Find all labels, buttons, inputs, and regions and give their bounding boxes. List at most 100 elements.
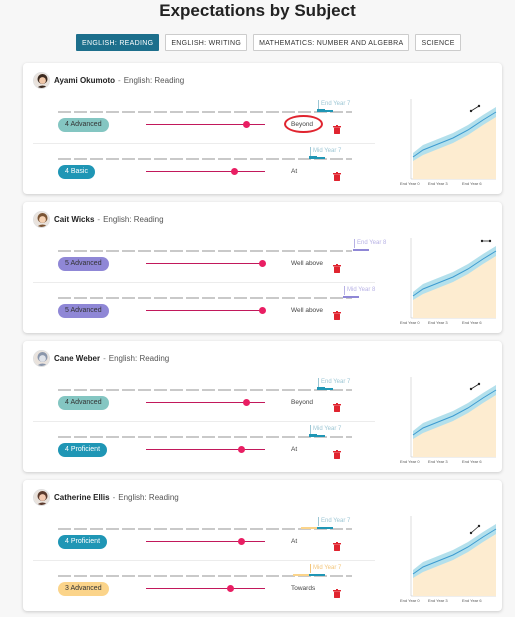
subject-name: English: Reading [123, 76, 185, 85]
current-marker [309, 434, 325, 437]
highlight-ring [284, 115, 323, 133]
level-label: At [291, 168, 298, 175]
student-name[interactable]: Ayami Okumoto [54, 76, 115, 85]
trash-icon[interactable] [333, 260, 341, 273]
subject-name: English: Reading [103, 215, 164, 224]
student-card: Cane Weber - English: Reading End Year 7 4 A… [23, 341, 502, 472]
level-badge: 5 Advanced [58, 257, 109, 271]
current-marker [353, 249, 369, 251]
level-slider[interactable] [146, 260, 266, 267]
trash-icon[interactable] [333, 399, 341, 412]
current-marker [317, 387, 333, 390]
avatar [33, 350, 50, 367]
card-header: Cait Wicks - English: Reading [33, 211, 164, 228]
chart-tick: End Year 6 [462, 320, 482, 325]
slider-knob[interactable] [259, 307, 266, 314]
level-slider[interactable] [146, 399, 265, 406]
level-badge: 4 Basic [58, 165, 95, 179]
avatar [33, 211, 50, 228]
level-slider[interactable] [146, 168, 265, 175]
marker-label: Mid Year 7 [310, 425, 341, 434]
card-header: Cane Weber - English: Reading [33, 350, 169, 367]
marker-label: End Year 7 [318, 100, 350, 109]
trash-icon[interactable] [333, 446, 341, 459]
current-marker [301, 527, 317, 529]
progress-track [58, 111, 352, 113]
avatar [33, 489, 50, 506]
chart-tick: End Year 3 [428, 598, 448, 603]
progress-track [58, 389, 352, 391]
slider-knob[interactable] [238, 446, 245, 453]
current-marker [309, 156, 325, 159]
expectation-row: Mid Year 7 4 Proficient At [33, 423, 375, 469]
progress-track [58, 297, 352, 299]
marker-label: End Year 7 [318, 378, 350, 387]
progress-track [58, 250, 352, 252]
chart-tick: End Year 3 [428, 320, 448, 325]
marker-label: Mid Year 8 [344, 286, 375, 295]
level-slider[interactable] [146, 121, 265, 128]
level-badge: 4 Proficient [58, 443, 108, 457]
level-slider[interactable] [146, 446, 265, 453]
slider-knob[interactable] [238, 538, 245, 545]
subject-name: English: Reading [118, 493, 179, 502]
current-marker [317, 109, 333, 112]
expectation-row: End Year 74 Advanced Beyond [33, 98, 375, 144]
marker-label: Mid Year 7 [310, 147, 341, 156]
trash-icon[interactable] [333, 538, 341, 551]
slider-knob[interactable] [259, 260, 266, 267]
trash-icon[interactable] [333, 168, 341, 181]
expectation-row: End Year 85 Advanced Well above [33, 237, 386, 283]
progress-chart: End Year 0 End Year 3 End Year 6 [378, 95, 498, 193]
marker-label: Mid Year 7 [310, 564, 341, 573]
current-marker [309, 574, 325, 576]
chart-tick: End Year 0 [400, 459, 420, 464]
student-name[interactable]: Catherine Ellis [54, 493, 110, 502]
chart-tick: End Year 0 [400, 320, 420, 325]
student-name[interactable]: Cane Weber [54, 354, 100, 363]
slider-knob[interactable] [227, 585, 234, 592]
current-marker [343, 296, 359, 298]
expectation-row: Mid Year 7 3 Advanced Towards [33, 562, 375, 608]
level-slider[interactable] [146, 538, 265, 545]
level-label: At [291, 538, 298, 545]
expectation-row: Mid Year 8 5 Advanced Well above [33, 284, 375, 330]
header-separator: - [103, 354, 106, 363]
trash-icon[interactable] [333, 121, 341, 134]
chart-tick: End Year 0 [400, 598, 420, 603]
expectation-row: Mid Year 7 4 Basic At [33, 145, 375, 191]
slider-knob[interactable] [243, 399, 250, 406]
slider-knob[interactable] [243, 121, 250, 128]
trash-icon[interactable] [333, 307, 341, 320]
current-marker [317, 527, 333, 529]
progress-chart: End Year 0 End Year 3 End Year 6 [378, 373, 498, 471]
tab-english-reading[interactable]: ENGLISH: READING [76, 34, 160, 51]
tab-science[interactable]: SCIENCE [415, 34, 461, 51]
subject-name: English: Reading [108, 354, 170, 363]
student-card: Cait Wicks - English: Reading End Year 85 A… [23, 202, 502, 333]
level-badge: 4 Advanced [58, 118, 109, 132]
level-badge: 4 Proficient [58, 535, 108, 549]
student-card: Ayami Okumoto - English: Reading End Year 7… [23, 63, 502, 194]
avatar [33, 72, 50, 89]
tab-english-writing[interactable]: ENGLISH: WRITING [165, 34, 248, 51]
chart-tick: End Year 3 [428, 459, 448, 464]
expectation-row: End Year 7 4 Proficient At [33, 515, 375, 561]
chart-tick: End Year 3 [428, 181, 448, 186]
progress-chart: End Year 0 End Year 3 End Year 6 [378, 512, 498, 610]
slider-knob[interactable] [231, 168, 238, 175]
level-slider[interactable] [146, 307, 266, 314]
level-badge: 4 Advanced [58, 396, 109, 410]
chart-tick: End Year 6 [462, 459, 482, 464]
tab-mathematics-number-algebra[interactable]: MATHEMATICS: NUMBER AND ALGEBRA [253, 34, 410, 51]
student-name[interactable]: Cait Wicks [54, 215, 94, 224]
level-slider[interactable] [146, 585, 265, 592]
page-title: Expectations by Subject [159, 1, 356, 20]
trash-icon[interactable] [333, 585, 341, 598]
progress-track [58, 436, 352, 438]
level-label: Towards [291, 585, 316, 592]
header-separator: - [112, 493, 116, 502]
level-badge: 3 Advanced [58, 582, 109, 596]
subject-tabs: ENGLISH: READING ENGLISH: WRITING MATHEM… [76, 34, 461, 51]
marker-label: End Year 7 [318, 517, 350, 526]
